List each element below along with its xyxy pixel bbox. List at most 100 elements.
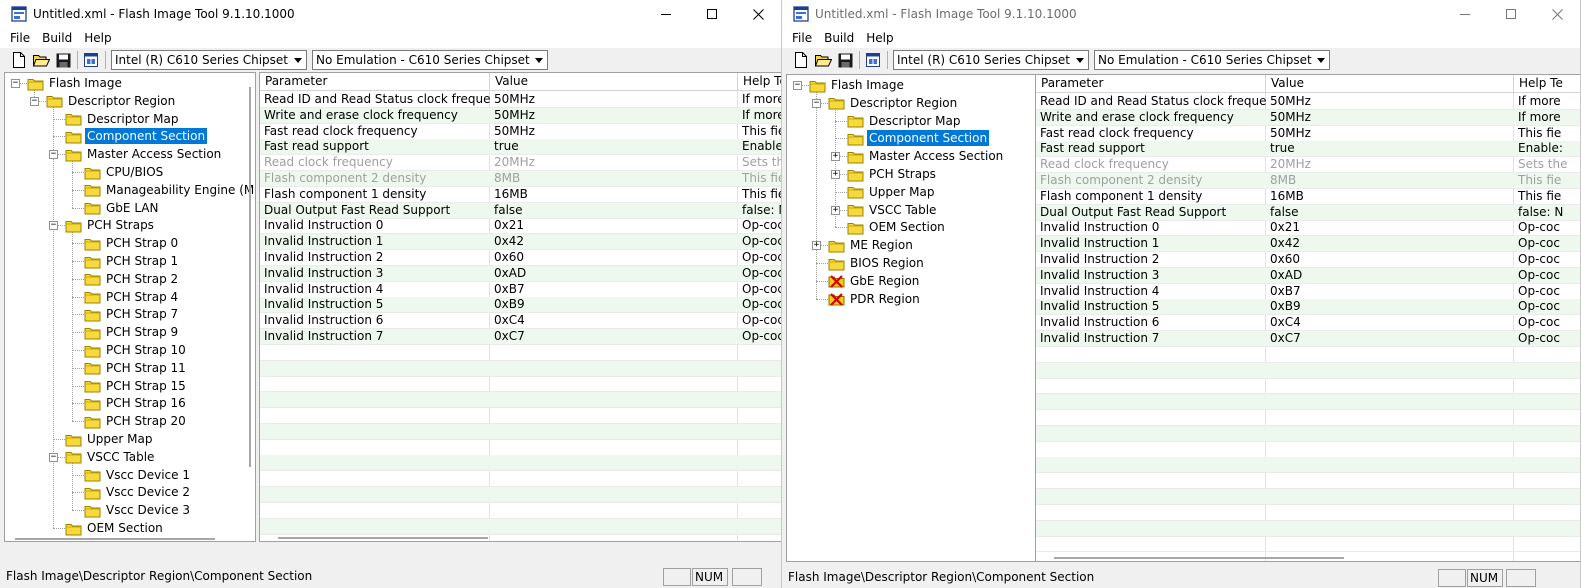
table-row[interactable]: Read ID and Read Status clock frequency 5… — [1036, 94, 1580, 110]
table-row[interactable]: Flash component 1 density 16MB This fie — [260, 187, 781, 203]
expand-icon[interactable]: + — [831, 205, 840, 215]
help-column-header[interactable]: Help Te — [1514, 75, 1580, 93]
save-button[interactable] — [834, 50, 856, 70]
table-row[interactable]: Invalid Instruction 1 0x42 Op-coc — [1036, 236, 1580, 253]
tree-node[interactable]: PCH Strap 20 — [84, 412, 188, 430]
tree-node[interactable]: OEM Section — [65, 519, 165, 537]
value-cell[interactable]: 0xAD — [1266, 268, 1514, 284]
chevron-down-icon[interactable] — [289, 51, 306, 69]
collapse-icon[interactable]: − — [793, 81, 802, 90]
table-row[interactable]: Invalid Instruction 0 0x21 Op-coc — [260, 218, 781, 235]
emulation-select[interactable]: No Emulation - C610 Series Chipset — [1094, 50, 1330, 70]
tree-node[interactable]: PCH Strap 10 — [84, 341, 188, 359]
tree-node[interactable]: Component Section — [847, 129, 991, 148]
collapse-icon[interactable]: − — [49, 452, 58, 462]
parameter-column-header[interactable]: Parameter — [260, 73, 490, 91]
tree-node[interactable]: VSCC Table — [847, 201, 938, 219]
value-cell[interactable]: 8MB — [490, 171, 738, 187]
value-cell[interactable]: 20MHz — [490, 155, 738, 171]
chevron-down-icon[interactable] — [1071, 51, 1088, 69]
menu-build[interactable]: Build — [36, 31, 78, 45]
value-cell[interactable]: 16MB — [490, 187, 738, 203]
tree-node[interactable]: Vscc Device 1 — [84, 466, 192, 484]
value-cell[interactable]: 0xB7 — [1266, 284, 1514, 300]
tree-node[interactable]: Descriptor Map — [65, 110, 180, 128]
menu-help[interactable]: Help — [860, 31, 899, 45]
expand-icon[interactable]: + — [831, 170, 840, 179]
tree-node[interactable]: PCH Strap 4 — [84, 288, 180, 306]
tree-view[interactable]: − Flash Image − Descriptor Region Descriptor… — [786, 74, 1036, 562]
tree-node[interactable]: PCH Strap 1 — [84, 252, 180, 270]
parameter-grid[interactable]: ParameterValueHelp TeRead ID and Read St… — [1035, 74, 1580, 562]
table-row[interactable]: Fast read support true Enable: — [1036, 141, 1580, 158]
value-cell[interactable]: true — [490, 139, 738, 155]
tree-node[interactable]: Flash Image — [809, 76, 906, 94]
tree-node[interactable]: PCH Strap 7 — [84, 305, 180, 323]
table-row[interactable]: Invalid Instruction 4 0xB7 Op-coc — [1036, 284, 1580, 300]
tree-node[interactable]: Descriptor Region — [828, 94, 959, 112]
tree-node[interactable]: PCH Strap 11 — [84, 359, 188, 377]
value-cell[interactable]: 0xB9 — [1266, 299, 1514, 315]
emulation-select[interactable]: No Emulation - C610 Series Chipset — [312, 50, 548, 70]
value-cell[interactable]: 50MHz — [490, 124, 738, 140]
value-cell[interactable]: 0xB7 — [490, 282, 738, 298]
value-cell[interactable]: 16MB — [1266, 189, 1514, 205]
table-row[interactable]: Invalid Instruction 2 0x60 Op-coc — [260, 250, 781, 266]
tree-node[interactable]: Master Access Section — [65, 145, 223, 163]
chipset-select[interactable]: Intel (R) C610 Series Chipset — [893, 50, 1089, 70]
minimize-button[interactable] — [643, 0, 689, 28]
tree-node[interactable]: Flash Image — [27, 74, 124, 92]
collapse-icon[interactable]: − — [812, 98, 821, 108]
tree-horizontal-scrollbar[interactable] — [15, 538, 215, 540]
tree-vertical-scrollbar[interactable] — [249, 87, 251, 467]
table-row[interactable]: Invalid Instruction 0 0x21 Op-coc — [1036, 220, 1580, 237]
tree-node[interactable]: Descriptor Region — [46, 92, 177, 110]
value-column-header[interactable]: Value — [490, 73, 738, 91]
value-cell[interactable]: 50MHz — [1266, 126, 1514, 142]
new-file-button[interactable] — [8, 50, 30, 70]
table-row[interactable]: Invalid Instruction 6 0xC4 Op-coc — [260, 313, 781, 330]
tree-node[interactable]: Vscc Device 3 — [84, 501, 192, 519]
tree-node[interactable]: PDR Region — [828, 290, 922, 308]
build-image-button[interactable] — [862, 50, 884, 70]
build-image-button[interactable] — [80, 50, 102, 70]
value-cell[interactable]: 50MHz — [490, 108, 738, 124]
table-row[interactable]: Read clock frequency 20MHz Sets the — [260, 155, 781, 172]
minimize-button[interactable] — [1442, 0, 1488, 28]
value-cell[interactable]: 8MB — [1266, 173, 1514, 189]
save-button[interactable] — [52, 50, 74, 70]
table-row[interactable]: Invalid Instruction 3 0xAD Op-coc — [260, 265, 781, 282]
value-cell[interactable]: 0x60 — [1266, 252, 1514, 268]
value-cell[interactable]: false — [490, 203, 738, 219]
tree-node[interactable]: PCH Straps — [65, 216, 156, 234]
close-button[interactable] — [1534, 0, 1580, 28]
table-row[interactable]: Invalid Instruction 2 0x60 Op-coc — [1036, 252, 1580, 268]
tree-node[interactable]: PCH Strap 0 — [84, 234, 180, 252]
table-row[interactable]: Read clock frequency 20MHz Sets the — [1036, 157, 1580, 174]
table-row[interactable]: Write and erase clock frequency 50MHz If m… — [1036, 109, 1580, 126]
value-cell[interactable]: 0x60 — [490, 250, 738, 266]
value-cell[interactable]: false — [1266, 205, 1514, 221]
tree-node[interactable]: CPU/BIOS — [84, 163, 165, 181]
table-row[interactable]: Flash component 2 density 8MB This fie — [1036, 173, 1580, 189]
value-cell[interactable]: 0xC7 — [1266, 331, 1514, 347]
grid-horizontal-scrollbar[interactable] — [278, 537, 488, 539]
tree-node[interactable]: Vscc Device 2 — [84, 483, 192, 501]
value-cell[interactable]: 0x42 — [1266, 236, 1514, 252]
tree-node[interactable]: GbE Region — [828, 272, 921, 290]
new-file-button[interactable] — [790, 50, 812, 70]
table-row[interactable]: Invalid Instruction 5 0xB9 Op-coc — [1036, 299, 1580, 316]
tree-node[interactable]: Manageability Engine (ME — [84, 181, 255, 199]
value-cell[interactable]: true — [1266, 141, 1514, 157]
table-row[interactable]: Dual Output Fast Read Support false false:… — [1036, 204, 1580, 221]
table-row[interactable]: Invalid Instruction 6 0xC4 Op-coc — [1036, 315, 1580, 332]
value-cell[interactable]: 20MHz — [1266, 157, 1514, 173]
grid-horizontal-scrollbar[interactable] — [1054, 557, 1344, 559]
collapse-icon[interactable]: − — [49, 221, 58, 231]
menu-build[interactable]: Build — [818, 31, 860, 45]
table-row[interactable]: Dual Output Fast Read Support false false:… — [260, 202, 781, 219]
menu-file[interactable]: File — [786, 31, 818, 45]
value-cell[interactable]: 50MHz — [1266, 94, 1514, 110]
table-row[interactable]: Flash component 2 density 8MB This fie — [260, 171, 781, 187]
menu-help[interactable]: Help — [78, 31, 117, 45]
